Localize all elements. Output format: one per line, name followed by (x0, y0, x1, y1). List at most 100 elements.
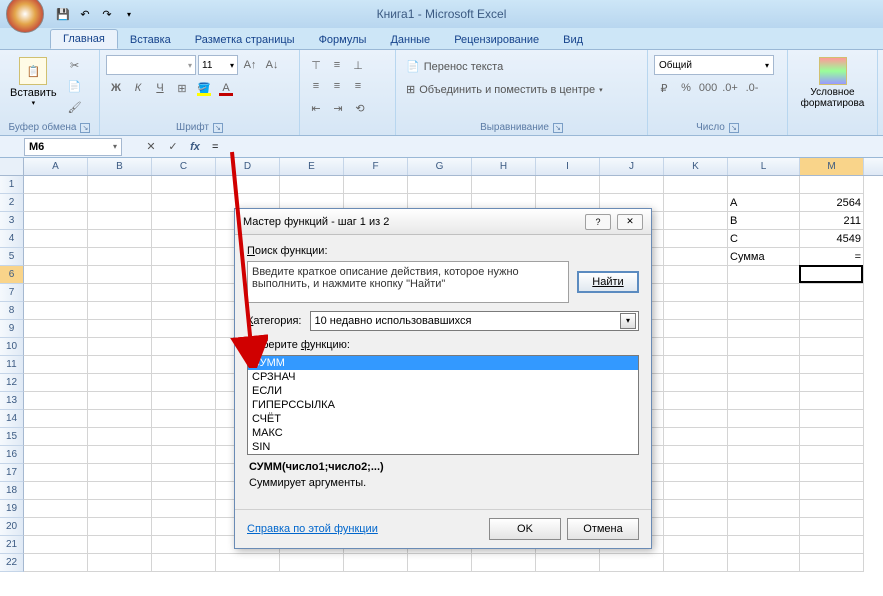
align-right-button[interactable]: ≡ (348, 76, 368, 96)
cell-B10[interactable] (88, 338, 152, 356)
cell-B11[interactable] (88, 356, 152, 374)
cell-K17[interactable] (664, 464, 728, 482)
cell-L22[interactable] (728, 554, 800, 572)
clipboard-dialog-launcher[interactable]: ↘ (80, 123, 90, 133)
row-header-8[interactable]: 8 (0, 302, 24, 320)
cell-C5[interactable] (152, 248, 216, 266)
cell-M9[interactable] (800, 320, 864, 338)
row-header-22[interactable]: 22 (0, 554, 24, 572)
cell-B9[interactable] (88, 320, 152, 338)
row-header-20[interactable]: 20 (0, 518, 24, 536)
function-item-СУММ[interactable]: СУММ (248, 356, 638, 370)
function-item-МАКС[interactable]: МАКС (248, 426, 638, 440)
enter-formula-button[interactable]: ✓ (164, 138, 182, 156)
cell-B17[interactable] (88, 464, 152, 482)
qat-dropdown-icon[interactable]: ▾ (120, 5, 138, 23)
cell-L8[interactable] (728, 302, 800, 320)
cell-A5[interactable] (24, 248, 88, 266)
cell-M21[interactable] (800, 536, 864, 554)
cell-K9[interactable] (664, 320, 728, 338)
cell-M5[interactable]: = (800, 248, 864, 266)
cell-A6[interactable] (24, 266, 88, 284)
column-header-E[interactable]: E (280, 158, 344, 175)
column-header-K[interactable]: K (664, 158, 728, 175)
cell-A22[interactable] (24, 554, 88, 572)
insert-function-button[interactable]: fx (186, 138, 204, 156)
row-header-19[interactable]: 19 (0, 500, 24, 518)
cell-C8[interactable] (152, 302, 216, 320)
cell-M11[interactable] (800, 356, 864, 374)
increase-indent-button[interactable]: ⇥ (328, 98, 348, 118)
cell-C9[interactable] (152, 320, 216, 338)
cell-A20[interactable] (24, 518, 88, 536)
tab-insert[interactable]: Вставка (118, 31, 183, 49)
cancel-button[interactable]: Отмена (567, 518, 639, 540)
cell-C4[interactable] (152, 230, 216, 248)
cell-A17[interactable] (24, 464, 88, 482)
number-dialog-launcher[interactable]: ↘ (729, 123, 739, 133)
cell-C18[interactable] (152, 482, 216, 500)
percent-button[interactable]: % (676, 78, 696, 98)
row-header-6[interactable]: 6 (0, 266, 24, 284)
font-size-select[interactable]: 11▾ (198, 55, 238, 75)
align-center-button[interactable]: ≡ (327, 76, 347, 96)
cell-B3[interactable] (88, 212, 152, 230)
shrink-font-button[interactable]: A↓ (262, 55, 282, 75)
row-header-3[interactable]: 3 (0, 212, 24, 230)
cell-M8[interactable] (800, 302, 864, 320)
cell-C10[interactable] (152, 338, 216, 356)
cell-L15[interactable] (728, 428, 800, 446)
cell-M7[interactable] (800, 284, 864, 302)
cell-K1[interactable] (664, 176, 728, 194)
cell-M1[interactable] (800, 176, 864, 194)
cell-A2[interactable] (24, 194, 88, 212)
orientation-button[interactable]: ⟲ (350, 98, 370, 118)
cell-L12[interactable] (728, 374, 800, 392)
cell-L20[interactable] (728, 518, 800, 536)
cell-A9[interactable] (24, 320, 88, 338)
row-header-15[interactable]: 15 (0, 428, 24, 446)
cell-A11[interactable] (24, 356, 88, 374)
cell-L2[interactable]: A (728, 194, 800, 212)
row-header-5[interactable]: 5 (0, 248, 24, 266)
cell-C17[interactable] (152, 464, 216, 482)
cell-C19[interactable] (152, 500, 216, 518)
cell-H1[interactable] (472, 176, 536, 194)
row-header-4[interactable]: 4 (0, 230, 24, 248)
row-header-2[interactable]: 2 (0, 194, 24, 212)
row-header-14[interactable]: 14 (0, 410, 24, 428)
cell-A10[interactable] (24, 338, 88, 356)
alignment-dialog-launcher[interactable]: ↘ (553, 123, 563, 133)
cell-C21[interactable] (152, 536, 216, 554)
cell-C2[interactable] (152, 194, 216, 212)
function-item-SIN[interactable]: SIN (248, 440, 638, 454)
cell-K20[interactable] (664, 518, 728, 536)
cell-C15[interactable] (152, 428, 216, 446)
cancel-formula-button[interactable]: ✕ (142, 138, 160, 156)
cell-C22[interactable] (152, 554, 216, 572)
undo-icon[interactable]: ↶ (76, 5, 94, 23)
cut-button[interactable]: ✂ (65, 55, 85, 75)
cell-J1[interactable] (600, 176, 664, 194)
wrap-text-button[interactable]: 📄Перенос текста (402, 58, 507, 75)
align-left-button[interactable]: ≡ (306, 76, 326, 96)
cell-G22[interactable] (408, 554, 472, 572)
cell-L11[interactable] (728, 356, 800, 374)
cell-K22[interactable] (664, 554, 728, 572)
cell-L7[interactable] (728, 284, 800, 302)
column-header-A[interactable]: A (24, 158, 88, 175)
row-header-16[interactable]: 16 (0, 446, 24, 464)
function-item-ЕСЛИ[interactable]: ЕСЛИ (248, 384, 638, 398)
function-item-СРЗНАЧ[interactable]: СРЗНАЧ (248, 370, 638, 384)
function-help-link[interactable]: Справка по этой функции (247, 523, 378, 535)
cell-M4[interactable]: 4549 (800, 230, 864, 248)
row-header-12[interactable]: 12 (0, 374, 24, 392)
cell-C12[interactable] (152, 374, 216, 392)
cell-K10[interactable] (664, 338, 728, 356)
cell-K7[interactable] (664, 284, 728, 302)
cell-K3[interactable] (664, 212, 728, 230)
column-header-C[interactable]: C (152, 158, 216, 175)
cell-L17[interactable] (728, 464, 800, 482)
cell-K2[interactable] (664, 194, 728, 212)
decrease-decimal-button[interactable]: .0- (742, 78, 762, 98)
